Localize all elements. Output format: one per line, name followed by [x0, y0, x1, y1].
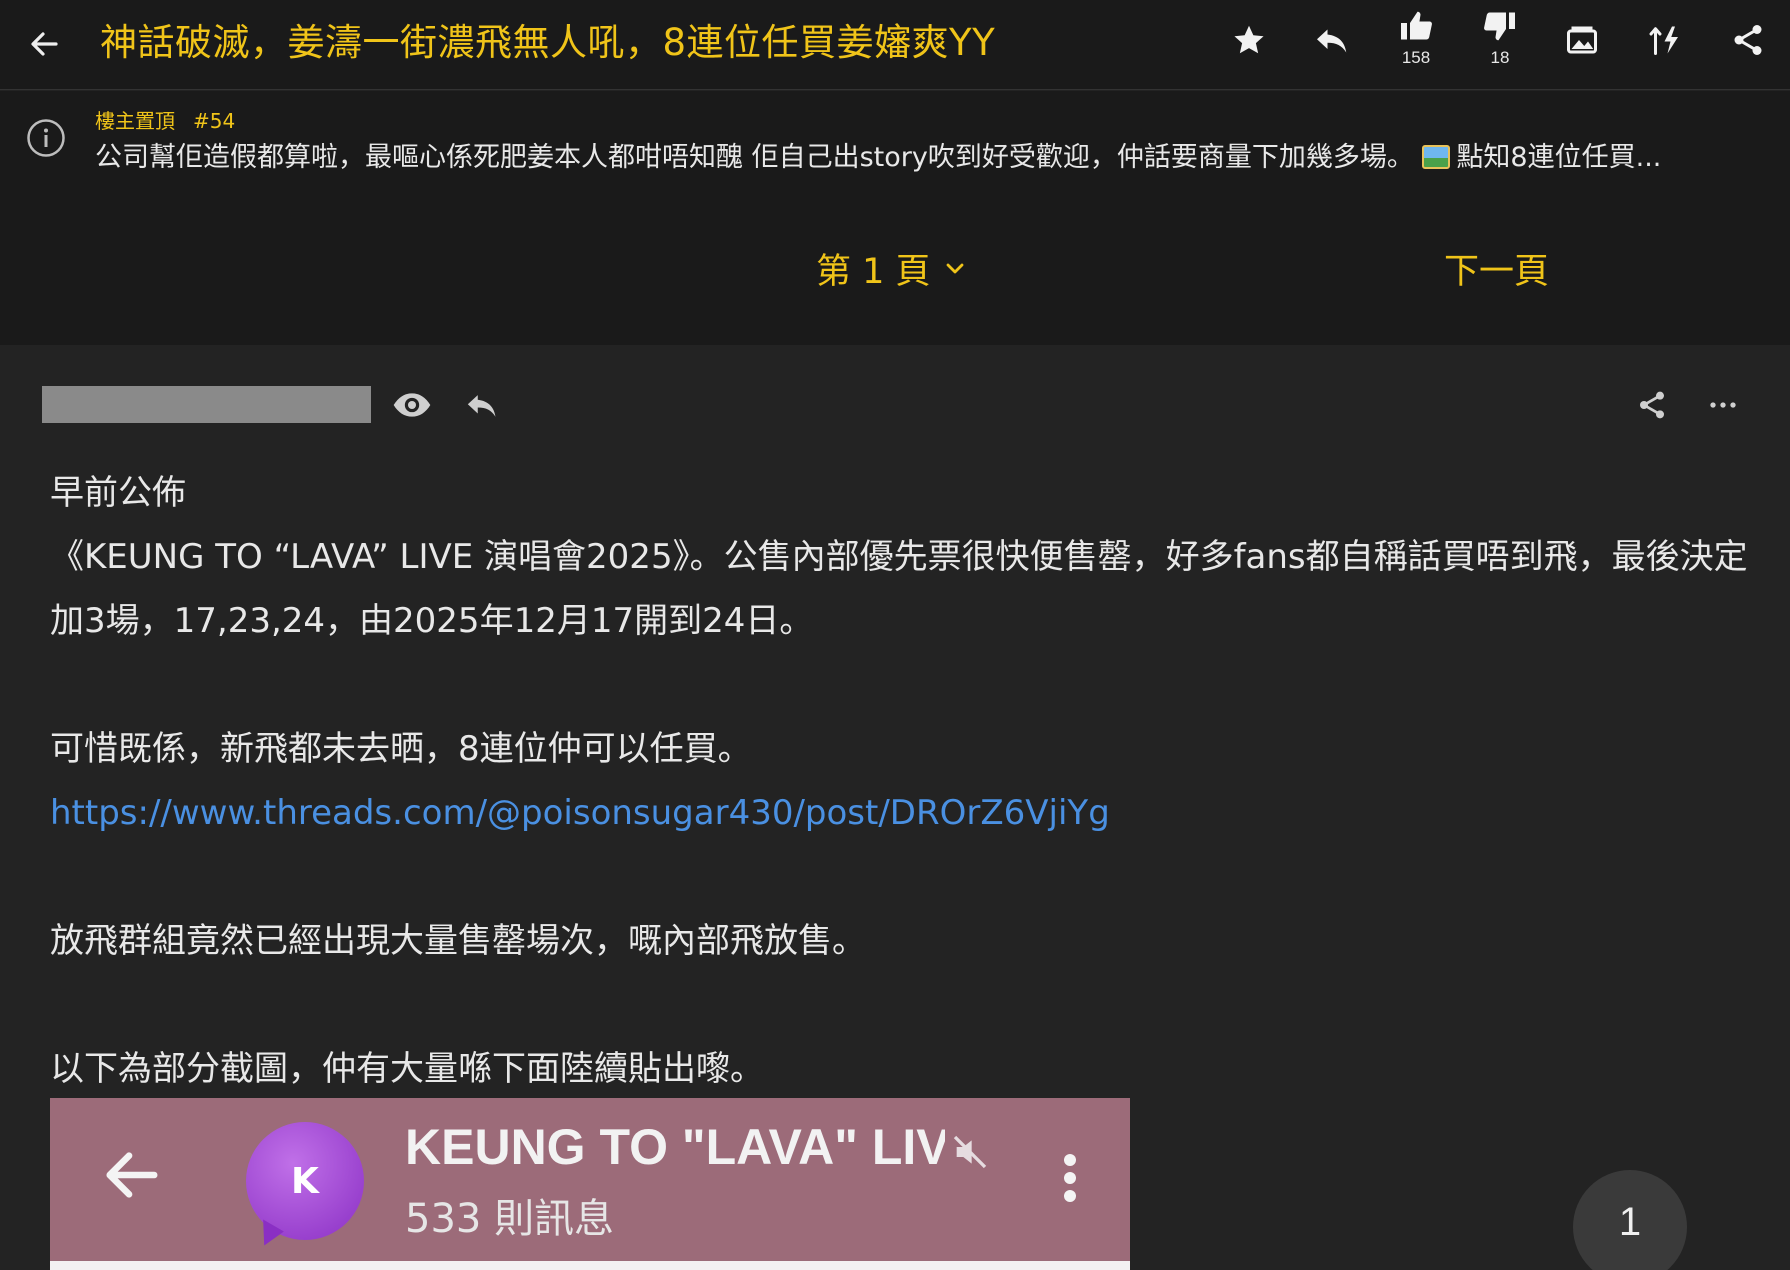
image-mode-button[interactable] — [1554, 22, 1610, 82]
picture-emoji-icon — [1422, 145, 1451, 169]
dislike-count: 18 — [1490, 48, 1510, 67]
pagination-bar: 第 1 頁 下一頁 — [0, 191, 1790, 345]
view-author-only-button[interactable] — [388, 381, 436, 429]
thumbs-up-icon — [1401, 11, 1432, 40]
pinned-label: 樓主置頂 #54 — [95, 109, 236, 133]
info-icon — [27, 119, 65, 157]
reply-button[interactable] — [1304, 22, 1360, 82]
current-page-label: 第 1 頁 — [816, 252, 931, 292]
quote-reply-button[interactable] — [458, 381, 506, 429]
back-arrow-icon — [106, 1152, 158, 1198]
post-line: 《KEUNG TO “LAVA” LIVE 演唱會2025》。公售內部優先票很快… — [50, 537, 1748, 641]
thread-title: 神話破滅，姜濤一街濃飛無人吼，8連位任買姜嬸爽YY — [100, 21, 996, 64]
next-page-button[interactable]: 下一頁 — [1444, 243, 1549, 294]
top-bar: 神話破滅，姜濤一街濃飛無人吼，8連位任買姜嬸爽YY 158 18 — [0, 0, 1790, 90]
more-vertical-icon — [1064, 1154, 1076, 1202]
star-icon — [1234, 25, 1264, 54]
embedded-screenshot[interactable]: K KEUNG TO "LAVA" LIV 533 則訊息 — [50, 1098, 1130, 1270]
group-avatar: K — [246, 1122, 364, 1240]
share-post-button[interactable] — [1628, 381, 1676, 429]
post-header — [0, 345, 1790, 445]
thumbs-down-icon — [1484, 12, 1515, 41]
username-redacted[interactable] — [42, 386, 371, 423]
bookmark-button[interactable] — [1221, 22, 1277, 82]
back-button[interactable] — [22, 22, 66, 66]
reply-icon — [467, 395, 496, 417]
message-count: 533 則訊息 — [405, 1196, 615, 1242]
pinned-post-banner[interactable]: 樓主置頂 #54 公司幫佢造假都算啦，最嘔心係死肥姜本人都咁唔知醜 佢自己出sto… — [0, 91, 1790, 191]
dislike-button[interactable]: 18 — [1472, 8, 1528, 68]
back-arrow-icon — [31, 32, 58, 56]
sort-icon — [1649, 26, 1678, 55]
sort-button[interactable] — [1638, 22, 1694, 82]
post-body: 早前公佈 《KEUNG TO “LAVA” LIVE 演唱會2025》。公售內部… — [50, 461, 1750, 1101]
mute-icon — [953, 1135, 987, 1169]
image-icon — [1567, 26, 1597, 54]
more-horizontal-icon — [1710, 402, 1736, 408]
embed-bottom-strip — [50, 1261, 1130, 1270]
eye-icon — [393, 393, 431, 417]
post-line: 可惜既係，新飛都未去晒，8連位仲可以任買。 — [50, 729, 752, 769]
reply-icon — [1317, 29, 1347, 53]
more-options-button[interactable] — [1699, 381, 1747, 429]
share-thread-button[interactable] — [1720, 22, 1776, 82]
share-icon — [1640, 391, 1664, 419]
threads-link[interactable]: https://www.threads.com/@poisonsugar430/… — [50, 793, 1110, 833]
page-selector[interactable]: 第 1 頁 — [816, 243, 967, 294]
post-line: 以下為部分截圖，仲有大量喺下面陸續貼出嚟。 — [50, 1049, 764, 1089]
chevron-down-icon — [946, 263, 963, 273]
like-button[interactable]: 158 — [1388, 8, 1444, 68]
share-icon — [1734, 25, 1762, 55]
group-title: KEUNG TO "LAVA" LIV — [405, 1119, 945, 1175]
post-line: 早前公佈 — [50, 473, 186, 513]
pinned-floor: #54 — [193, 109, 236, 133]
pinned-text: 公司幫佢造假都算啦，最嘔心係死肥姜本人都咁唔知醜 佢自己出story吹到好受歡迎… — [95, 142, 1662, 173]
like-count: 158 — [1401, 48, 1431, 67]
post-line: 放飛群組竟然已經出現大量售罄場次，嘅內部飛放售。 — [50, 921, 866, 961]
